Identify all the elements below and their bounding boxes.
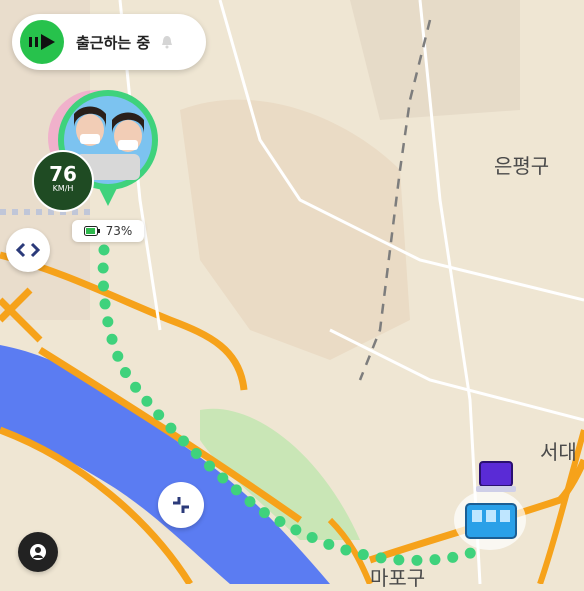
profile-button[interactable] [18,532,58,572]
collapse-button[interactable] [6,228,50,272]
district-label-eunpyeong: 은평구 [494,154,550,178]
district-label-seodae: 서대 [540,440,577,464]
status-text: 출근하는 중 [76,33,151,52]
crosshair-icon [173,497,189,513]
speed-unit: KM/H [52,184,74,193]
district-label-mapo: 마포구 [370,566,426,590]
speed-badge: 76 KM/H [32,150,94,212]
double-arrow-right-icon [20,20,64,64]
center-map-button[interactable] [158,482,204,528]
battery-percent: 73% [105,224,133,238]
person-icon [30,544,46,560]
battery-icon [83,226,100,236]
status-pill[interactable]: 출근하는 중 [12,14,206,70]
battery-badge: 73% [72,220,144,242]
bell-icon [162,36,173,49]
speed-value: 76 [49,162,77,186]
chevron-pair-icon [15,242,41,258]
